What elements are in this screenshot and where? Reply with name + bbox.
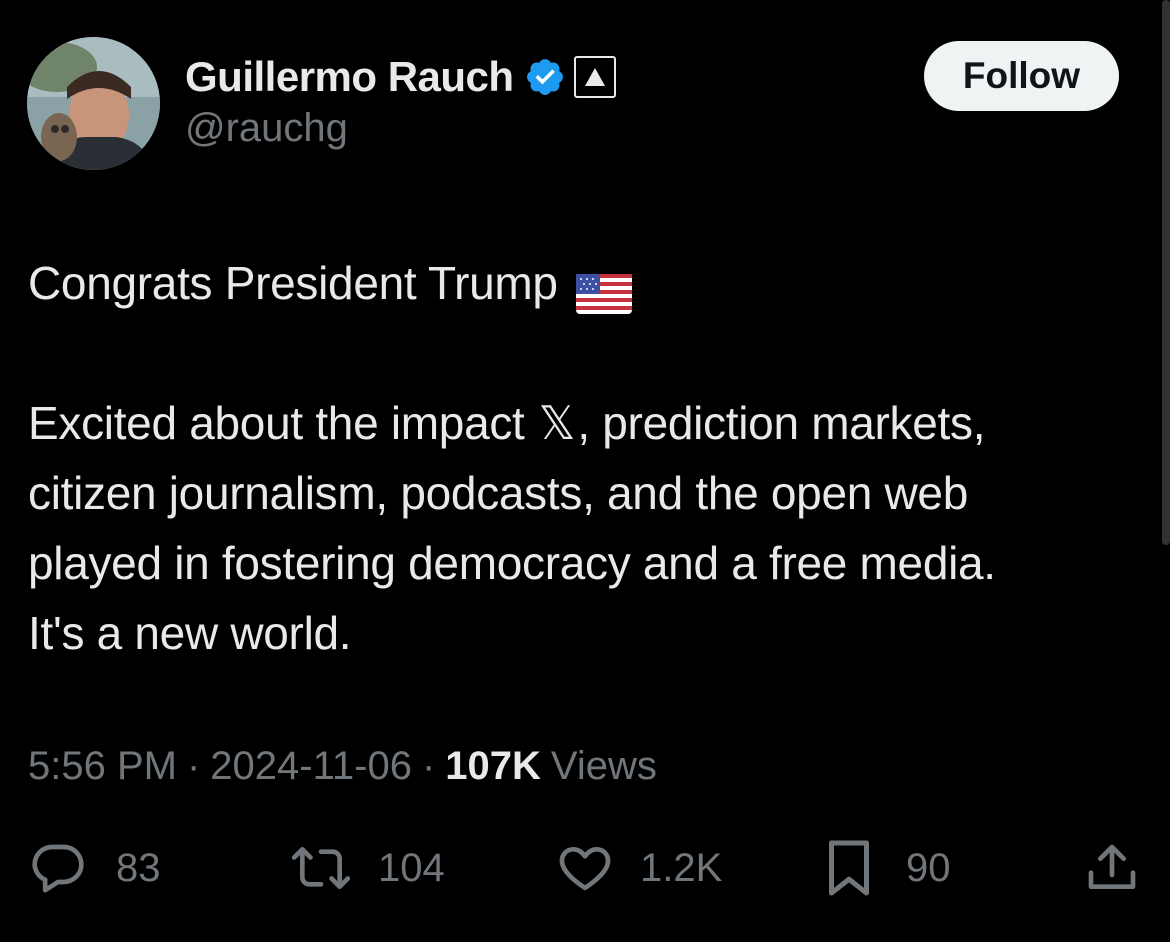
like-button[interactable]: 1.2K xyxy=(556,838,722,898)
meta-separator: · xyxy=(186,743,201,788)
x-logo-icon: 𝕏 xyxy=(538,396,576,450)
bookmark-icon xyxy=(824,838,874,898)
tweet-line-text: citizen journalism, podcasts, and the op… xyxy=(28,467,968,519)
reply-button[interactable]: 83 xyxy=(28,838,161,898)
share-button[interactable] xyxy=(1084,838,1140,898)
author-display-name[interactable]: Guillermo Rauch xyxy=(185,53,514,101)
repost-icon xyxy=(288,840,354,896)
tweet-line: citizen journalism, podcasts, and the op… xyxy=(28,458,1138,528)
like-count: 1.2K xyxy=(640,845,723,890)
scrollbar[interactable] xyxy=(1162,0,1170,545)
tweet-line-text: played in fostering democracy and a free… xyxy=(28,537,996,589)
verified-badge-icon[interactable] xyxy=(524,56,566,98)
tweet-time[interactable]: 5:56 PM xyxy=(28,744,177,789)
tweet-line: played in fostering democracy and a free… xyxy=(28,528,1138,598)
share-icon xyxy=(1084,840,1140,896)
tweet-line-text: Congrats President Trump xyxy=(28,257,558,309)
tweet-line-text: It's a new world. xyxy=(28,607,352,659)
author-name-row: Guillermo Rauch xyxy=(185,52,616,102)
avatar[interactable] xyxy=(27,37,160,170)
repost-count: 104 xyxy=(378,845,445,890)
tweet-line-text: Excited about the impact xyxy=(28,397,525,449)
bookmark-button[interactable]: 90 xyxy=(824,838,951,898)
us-flag-icon xyxy=(575,263,632,314)
tweet-text: Congrats President Trump Excited about t… xyxy=(28,248,1138,668)
heart-icon xyxy=(556,840,614,896)
tweet-date[interactable]: 2024-11-06 xyxy=(210,744,412,789)
tweet-line: It's a new world. xyxy=(28,598,1138,668)
reply-count: 83 xyxy=(116,845,161,890)
tweet-meta: 5:56 PM · 2024-11-06 · 107K Views xyxy=(28,741,657,791)
repost-button[interactable]: 104 xyxy=(288,838,445,898)
reply-icon xyxy=(28,840,88,896)
meta-separator: · xyxy=(421,743,436,788)
views-label[interactable]: Views xyxy=(551,744,657,789)
author-handle[interactable]: @rauchg xyxy=(185,106,348,151)
tweet-line: Excited about the impact 𝕏 , prediction … xyxy=(28,388,1138,458)
triangle-affiliate-icon[interactable] xyxy=(573,56,616,98)
tweet-line-text: , prediction markets, xyxy=(577,397,986,449)
follow-button[interactable]: Follow xyxy=(924,41,1119,111)
views-count[interactable]: 107K xyxy=(445,744,541,789)
tweet-line: Congrats President Trump xyxy=(28,248,1138,318)
bookmark-count: 90 xyxy=(906,845,951,890)
